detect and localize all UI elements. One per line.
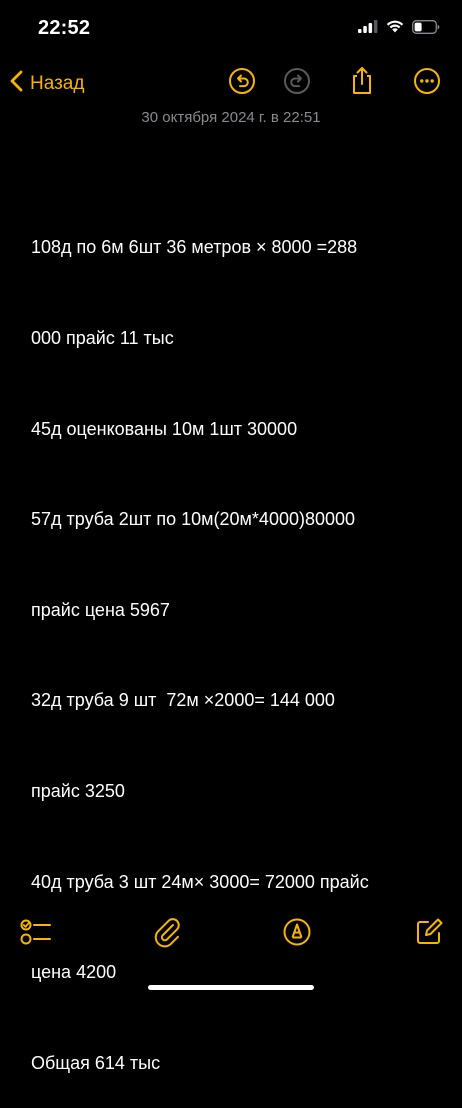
note-line: Общая 614 тыс bbox=[31, 1052, 161, 1073]
status-bar: 22:52 bbox=[0, 0, 462, 56]
note-body[interactable]: 108д по 6м 6шт 36 метров × 8000 =288 000… bbox=[31, 172, 436, 1108]
attachment-button[interactable] bbox=[149, 916, 185, 952]
note-line: прайс цена 5967 bbox=[31, 599, 170, 620]
note-line: 57д труба 2шт по 10м(20м*4000)80000 bbox=[31, 509, 356, 530]
battery-icon bbox=[412, 19, 440, 39]
note-line: 45д оценкованы 10м 1шт 30000 bbox=[31, 418, 298, 439]
status-time: 22:52 bbox=[38, 17, 91, 39]
status-icons bbox=[358, 19, 440, 39]
checklist-button[interactable] bbox=[18, 916, 54, 952]
bottom-toolbar bbox=[0, 912, 462, 956]
note-line: прайс 3250 bbox=[31, 781, 125, 802]
checklist-icon bbox=[20, 917, 52, 952]
undo-button[interactable] bbox=[225, 66, 259, 100]
back-label: Назад bbox=[30, 73, 85, 94]
note-date: 30 октября 2024 г. в 22:51 bbox=[141, 109, 321, 126]
note-line: 108д по 6м 6шт 36 метров × 8000 =288 bbox=[31, 237, 358, 258]
compose-button[interactable] bbox=[411, 916, 447, 952]
more-icon bbox=[413, 67, 441, 100]
wifi-icon bbox=[386, 20, 404, 38]
cellular-signal-icon bbox=[358, 20, 378, 38]
home-indicator[interactable] bbox=[148, 985, 314, 990]
back-button[interactable]: Назад bbox=[8, 64, 84, 104]
undo-icon bbox=[228, 67, 256, 100]
markup-button[interactable] bbox=[279, 916, 315, 952]
note-line: цена 4200 bbox=[31, 962, 117, 983]
note-line: 32д труба 9 шт 72м ×2000= 144 000 bbox=[31, 690, 335, 711]
chevron-left-icon bbox=[8, 69, 26, 99]
share-button[interactable] bbox=[345, 66, 379, 100]
more-button[interactable] bbox=[410, 66, 444, 100]
redo-icon bbox=[283, 67, 311, 100]
redo-button[interactable] bbox=[280, 66, 314, 100]
note-line: 000 прайс 11 тыс bbox=[31, 328, 174, 349]
paperclip-icon bbox=[152, 916, 182, 953]
compose-icon bbox=[414, 917, 444, 952]
markup-pen-icon bbox=[282, 917, 312, 952]
share-icon bbox=[348, 66, 376, 101]
nav-bar: Назад bbox=[0, 60, 462, 106]
note-line: 40д труба 3 шт 24м× 3000= 72000 прайс bbox=[31, 871, 369, 892]
